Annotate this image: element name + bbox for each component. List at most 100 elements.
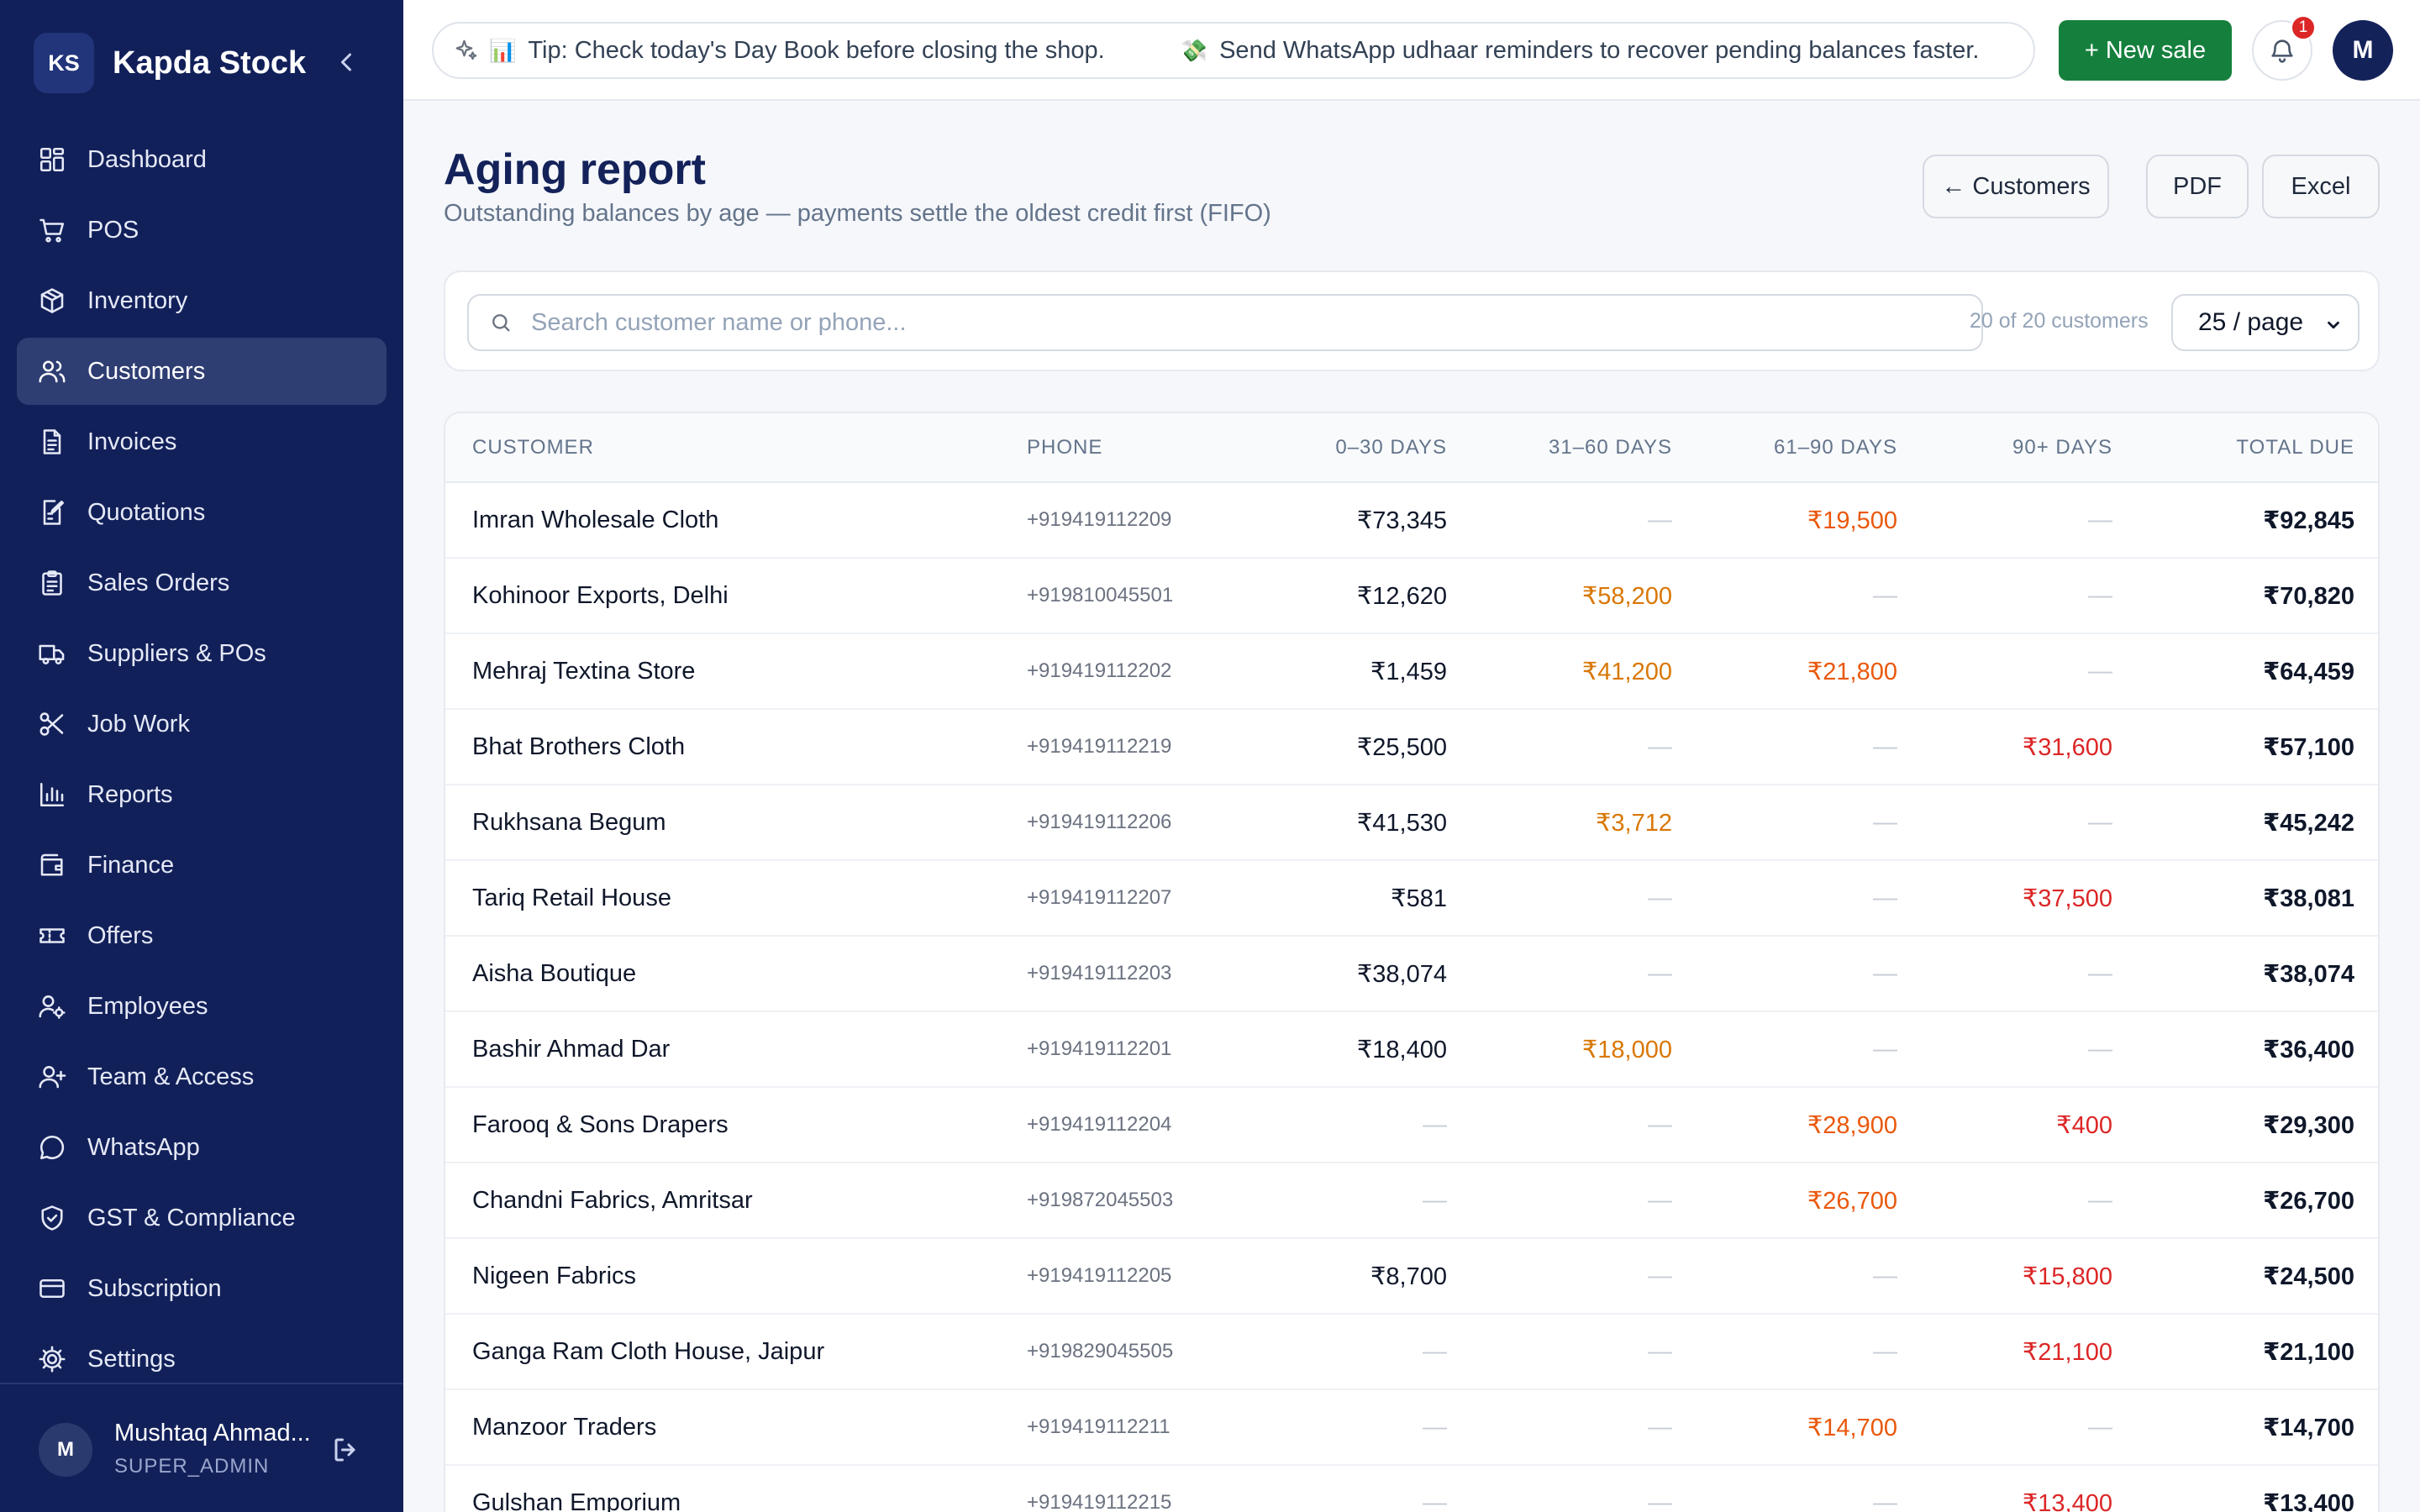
table-row[interactable]: Bhat Brothers Cloth +919419112219 ₹25,500—…: [445, 709, 2378, 785]
customer-name[interactable]: Mehraj Textina Store: [445, 633, 1000, 710]
chevron-left-icon[interactable]: [331, 47, 361, 77]
sidebar-item-offers[interactable]: Offers: [17, 902, 387, 969]
sidebar-item-team-and-access[interactable]: Team & Access: [17, 1043, 387, 1110]
sidebar-item-dashboard[interactable]: Dashboard: [17, 126, 387, 193]
amount-d90: ₹13,400: [1924, 1465, 2139, 1512]
table-row[interactable]: Mehraj Textina Store +919419112202 ₹1,459 ₹…: [445, 633, 2378, 710]
col-total-due[interactable]: TOTAL DUE: [2139, 413, 2378, 483]
amount-d90: —: [1924, 785, 2139, 861]
sidebar-item-subscription[interactable]: Subscription: [17, 1255, 387, 1322]
sidebar-item-label: POS: [87, 216, 139, 244]
table-row[interactable]: Rukhsana Begum +919419112206 ₹41,530 ₹3,712…: [445, 785, 2378, 861]
amount-d61: —: [1699, 936, 1924, 1012]
customer-phone: +919419112201: [1000, 1011, 1235, 1088]
sidebar-item-invoices[interactable]: Invoices: [17, 408, 387, 475]
customer-name[interactable]: Bashir Ahmad Dar: [445, 1011, 1000, 1088]
table-row[interactable]: Aisha Boutique +919419112203 ₹38,074— — — ₹38…: [445, 936, 2378, 1012]
total-due: ₹70,820: [2139, 558, 2378, 634]
sidebar-item-sales-orders[interactable]: Sales Orders: [17, 549, 387, 617]
customer-name[interactable]: Nigeen Fabrics: [445, 1238, 1000, 1315]
sidebar-item-job-work[interactable]: Job Work: [17, 690, 387, 758]
amount-d0: ₹38,074: [1235, 936, 1474, 1012]
amount-d0: —: [1235, 1163, 1474, 1239]
col-90-plus-days[interactable]: 90+ DAYS: [1924, 413, 2139, 483]
customer-name[interactable]: Ganga Ram Cloth House, Jaipur: [445, 1314, 1000, 1390]
sidebar-item-suppliers-and-pos[interactable]: Suppliers & POs: [17, 620, 387, 687]
col-customer[interactable]: CUSTOMER: [445, 413, 1000, 483]
sidebar-item-gst-and-compliance[interactable]: GST & Compliance: [17, 1184, 387, 1252]
amount-d90: —: [1924, 558, 2139, 634]
customer-name[interactable]: Tariq Retail House: [445, 860, 1000, 937]
user-plus-icon: [39, 1066, 66, 1089]
customer-name[interactable]: Imran Wholesale Cloth: [445, 482, 1000, 559]
new-sale-button[interactable]: + New sale: [2059, 20, 2232, 81]
col-0-30-days[interactable]: 0–30 DAYS: [1235, 413, 1474, 483]
table-row[interactable]: Chandni Fabrics, Amritsar +919872045503— —…: [445, 1163, 2378, 1239]
customer-phone: +919419112202: [1000, 633, 1235, 710]
total-due: ₹57,100: [2139, 709, 2378, 785]
users-icon: [39, 360, 66, 383]
result-count: 20 of 20 customers: [1970, 309, 2149, 333]
amount-d61: —: [1699, 1011, 1924, 1088]
customer-name[interactable]: Manzoor Traders: [445, 1389, 1000, 1466]
user-avatar[interactable]: M: [39, 1423, 92, 1477]
back-to-customers-button[interactable]: ← Customers: [1923, 155, 2109, 218]
chat-icon: [39, 1135, 65, 1160]
customer-phone: +919419112211: [1000, 1389, 1235, 1466]
table-row[interactable]: Manzoor Traders +919419112211— — ₹14,700— ₹1…: [445, 1389, 2378, 1466]
amount-d61: ₹19,500: [1699, 482, 1924, 559]
sidebar: KS Kapda Stock Dashboard POS Inventory Cust…: [0, 0, 403, 1512]
sidebar-item-reports[interactable]: Reports: [17, 761, 387, 828]
table-row[interactable]: Imran Wholesale Cloth +919419112209 ₹73,34…: [445, 482, 2378, 559]
col-61-90-days[interactable]: 61–90 DAYS: [1699, 413, 1924, 483]
amount-d61: —: [1699, 860, 1924, 937]
table-row[interactable]: Ganga Ram Cloth House, Jaipur +9198290455…: [445, 1314, 2378, 1390]
amount-d31: —: [1474, 1314, 1699, 1390]
sidebar-item-employees[interactable]: Employees: [17, 973, 387, 1040]
amount-d90: ₹15,800: [1924, 1238, 2139, 1315]
sidebar-item-label: Employees: [87, 992, 208, 1020]
customer-name[interactable]: Rukhsana Begum: [445, 785, 1000, 861]
customer-name[interactable]: Bhat Brothers Cloth: [445, 709, 1000, 785]
sidebar-item-quotations[interactable]: Quotations: [17, 479, 387, 546]
col-phone[interactable]: PHONE: [1000, 413, 1235, 483]
amount-d90: ₹400: [1924, 1087, 2139, 1163]
logout-icon[interactable]: [331, 1435, 361, 1465]
customer-name[interactable]: Kohinoor Exports, Delhi: [445, 558, 1000, 634]
amount-d61: —: [1699, 1238, 1924, 1315]
sidebar-item-label: Invoices: [87, 428, 177, 455]
col-31-60-days[interactable]: 31–60 DAYS: [1474, 413, 1699, 483]
user-panel: M Mushtaq Ahmad... SUPER_ADMIN: [0, 1383, 403, 1512]
table-row[interactable]: Bashir Ahmad Dar +919419112201 ₹18,400 ₹18,…: [445, 1011, 2378, 1088]
customer-name[interactable]: Farooq & Sons Drapers: [445, 1087, 1000, 1163]
search-input[interactable]: [531, 308, 1876, 337]
customer-name[interactable]: Chandni Fabrics, Amritsar: [445, 1163, 1000, 1239]
sidebar-item-customers[interactable]: Customers: [17, 338, 387, 405]
customer-name[interactable]: Gulshan Emporium: [445, 1465, 1000, 1512]
amount-d61: —: [1699, 1465, 1924, 1512]
amount-d90: —: [1924, 482, 2139, 559]
sidebar-item-finance[interactable]: Finance: [17, 832, 387, 899]
tip-emoji-icon: 📊: [489, 37, 517, 63]
table-row[interactable]: Tariq Retail House +919419112207 ₹581— — ₹37…: [445, 860, 2378, 937]
sidebar-item-pos[interactable]: POS: [17, 197, 387, 264]
search-box[interactable]: [467, 294, 1983, 351]
profile-avatar[interactable]: M: [2333, 20, 2393, 81]
sidebar-item-whatsapp[interactable]: WhatsApp: [17, 1114, 387, 1181]
amount-d90: ₹21,100: [1924, 1314, 2139, 1390]
scissors-icon: [39, 712, 64, 736]
table-row[interactable]: Farooq & Sons Drapers +919419112204— — ₹28,…: [445, 1087, 2378, 1163]
user-role: SUPER_ADMIN: [114, 1455, 270, 1478]
brand[interactable]: KS Kapda Stock: [34, 32, 306, 94]
excel-export-button[interactable]: Excel: [2262, 155, 2380, 218]
chevron-down-icon: [2328, 321, 2339, 329]
sidebar-item-inventory[interactable]: Inventory: [17, 267, 387, 334]
amount-d0: —: [1235, 1314, 1474, 1390]
pdf-export-button[interactable]: PDF: [2146, 155, 2249, 218]
table-row[interactable]: Kohinoor Exports, Delhi +919810045501 ₹12,…: [445, 558, 2378, 634]
per-page-select[interactable]: 25 / page: [2171, 294, 2360, 351]
table-row[interactable]: Nigeen Fabrics +919419112205 ₹8,700— — ₹15,8…: [445, 1238, 2378, 1315]
ticket-icon: [39, 928, 65, 943]
customer-name[interactable]: Aisha Boutique: [445, 936, 1000, 1012]
table-row[interactable]: Gulshan Emporium +919419112215— — — ₹13,400 ₹…: [445, 1465, 2378, 1512]
